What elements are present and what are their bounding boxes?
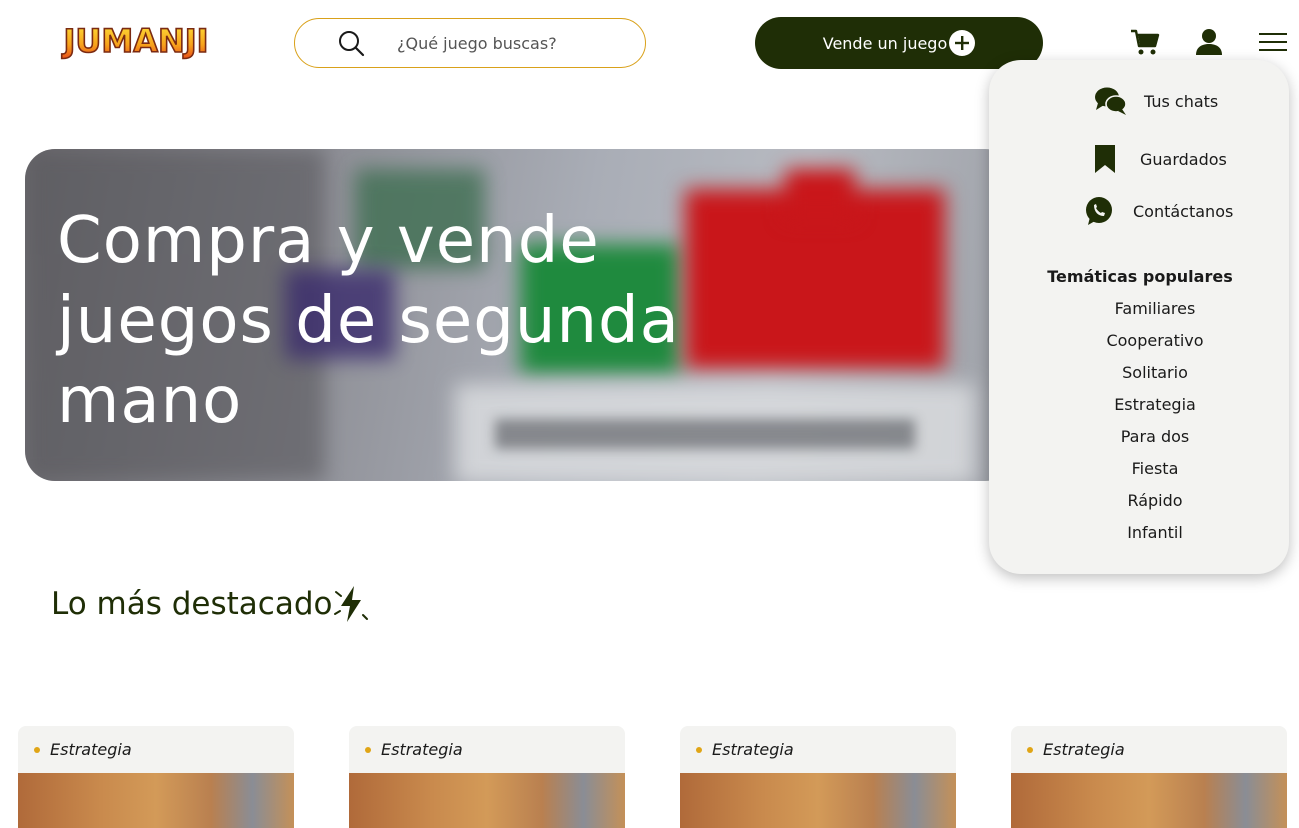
tag-dot-icon	[34, 746, 40, 753]
product-image[interactable]	[1011, 773, 1287, 828]
theme-link-para-dos[interactable]: Para dos	[989, 427, 1289, 446]
product-card[interactable]: Estrategia	[18, 726, 294, 828]
hero-bg-piece	[785, 169, 855, 219]
page: JUMANJI ¿Qué juego buscas? Vende un jueg…	[0, 0, 1299, 828]
theme-link-rapido[interactable]: Rápido	[989, 491, 1289, 510]
sell-game-label: Vende un juego	[822, 33, 948, 53]
search-bar[interactable]: ¿Qué juego buscas?	[294, 18, 646, 68]
product-card[interactable]: Estrategia	[349, 726, 625, 828]
product-image[interactable]	[349, 773, 625, 828]
menu-item-label: Tus chats	[1144, 91, 1219, 111]
search-input[interactable]: ¿Qué juego buscas?	[397, 34, 557, 53]
plus-icon	[949, 30, 976, 56]
theme-link-cooperativo[interactable]: Cooperativo	[989, 331, 1289, 350]
user-icon[interactable]	[1193, 26, 1225, 58]
theme-link-solitario[interactable]: Solitario	[989, 363, 1289, 382]
bookmark-icon	[1095, 145, 1115, 173]
tag-dot-icon	[365, 746, 371, 753]
theme-link-fiesta[interactable]: Fiesta	[989, 459, 1289, 478]
category-tag: Estrategia	[365, 740, 463, 759]
lightning-icon	[334, 586, 369, 622]
menu-item-saved[interactable]: Guardados	[1094, 144, 1227, 174]
jumanji-logo[interactable]: JUMANJI	[55, 18, 217, 64]
menu-item-label: Contáctanos	[1133, 201, 1234, 221]
chats-icon	[1095, 87, 1127, 115]
featured-section-title: Lo más destacado	[51, 584, 370, 624]
logo-text: JUMANJI	[61, 22, 208, 60]
tag-dot-icon	[696, 746, 702, 753]
hero-banner: Compra y vende juegos de segunda mano	[25, 149, 1015, 481]
theme-link-estrategia[interactable]: Estrategia	[989, 395, 1289, 414]
cart-icon[interactable]	[1129, 26, 1161, 58]
product-image[interactable]	[680, 773, 956, 828]
user-dropdown-menu: Tus chats Guardados Contáctanos Temática…	[989, 60, 1289, 574]
category-label: Estrategia	[381, 740, 463, 759]
category-tag: Estrategia	[34, 740, 132, 759]
category-label: Estrategia	[50, 740, 132, 759]
category-label: Estrategia	[712, 740, 794, 759]
menu-item-contact[interactable]: Contáctanos	[1083, 195, 1233, 227]
category-tag: Estrategia	[1027, 740, 1125, 759]
hero-title: Compra y vende juegos de segunda mano	[57, 204, 680, 438]
sell-game-button[interactable]: Vende un juego	[755, 17, 1043, 69]
category-tag: Estrategia	[696, 740, 794, 759]
menu-icon[interactable]	[1257, 26, 1289, 58]
tag-dot-icon	[1027, 746, 1033, 753]
menu-item-label: Guardados	[1140, 149, 1227, 169]
featured-title-text: Lo más destacado	[51, 586, 333, 622]
product-card[interactable]: Estrategia	[680, 726, 956, 828]
theme-link-familiares[interactable]: Familiares	[989, 299, 1289, 318]
themes-heading: Temáticas populares	[1047, 267, 1233, 286]
category-label: Estrategia	[1043, 740, 1125, 759]
search-icon	[339, 31, 365, 57]
whatsapp-icon	[1086, 197, 1112, 225]
menu-item-chats[interactable]: Tus chats	[1094, 85, 1218, 117]
product-image[interactable]	[18, 773, 294, 828]
product-card[interactable]: Estrategia	[1011, 726, 1287, 828]
theme-link-infantil[interactable]: Infantil	[989, 523, 1289, 542]
